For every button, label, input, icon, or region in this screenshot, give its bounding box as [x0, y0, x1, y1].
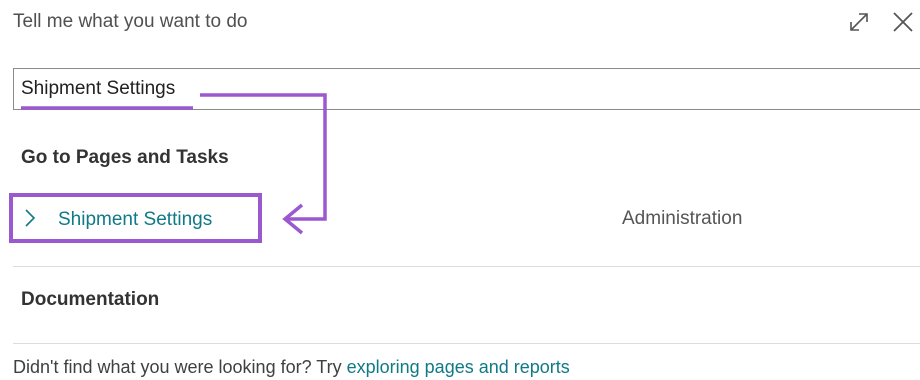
- section-divider: [13, 266, 920, 267]
- annotation-arrow: [21, 93, 327, 235]
- result-category: Administration: [622, 208, 743, 229]
- explore-pages-link[interactable]: exploring pages and reports: [347, 357, 570, 377]
- close-icon[interactable]: [889, 8, 917, 36]
- tell-me-dialog: Tell me what you want to do Go to Pages …: [0, 0, 920, 380]
- expand-icon[interactable]: [845, 8, 873, 36]
- pages-and-tasks-heading: Go to Pages and Tasks: [21, 147, 229, 168]
- result-item-shipment-settings[interactable]: Shipment Settings: [9, 193, 262, 243]
- result-label: Shipment Settings: [58, 209, 213, 230]
- chevron-right-icon: [23, 208, 37, 228]
- search-box: [13, 68, 920, 110]
- footer-text: Didn't find what you were looking for? T…: [13, 357, 570, 378]
- footer-prefix: Didn't find what you were looking for? T…: [13, 357, 342, 377]
- documentation-heading[interactable]: Documentation: [21, 289, 159, 311]
- search-input[interactable]: [21, 75, 621, 103]
- section-divider: [13, 343, 920, 344]
- dialog-title: Tell me what you want to do: [13, 11, 248, 32]
